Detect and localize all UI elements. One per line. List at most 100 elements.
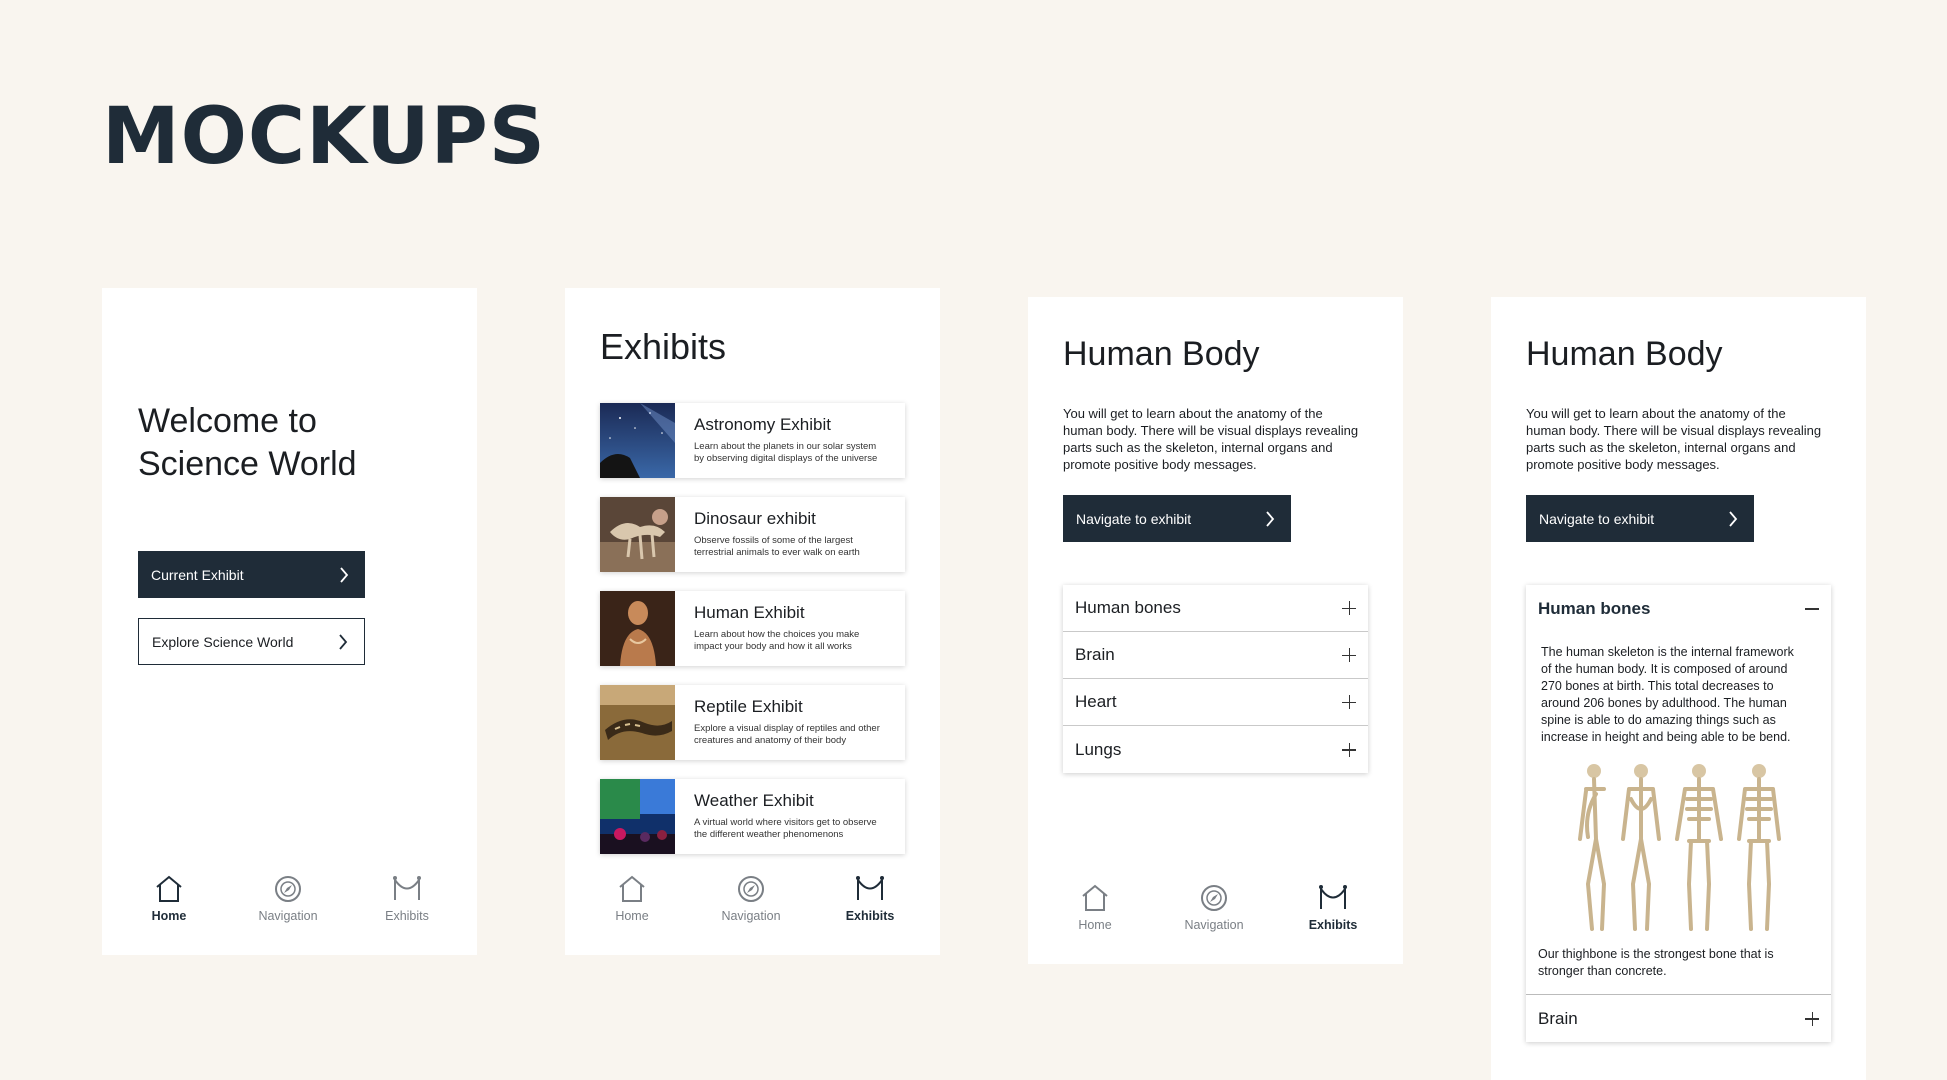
accordion-item-human-bones[interactable]: Human bones [1063, 585, 1368, 632]
nav-home[interactable]: Home [1050, 882, 1140, 932]
body-line: 270 bones at birth. This total decreases… [1541, 679, 1774, 693]
accordion-item-human-bones-open[interactable]: Human bones [1526, 585, 1831, 632]
nav-navigation[interactable]: Navigation [1169, 882, 1259, 932]
weather-thumbnail [600, 779, 675, 854]
accordion-label: Lungs [1075, 739, 1122, 759]
nav-navigation-label: Navigation [258, 909, 318, 923]
desc-line: You will get to learn about the anatomy … [1063, 406, 1323, 421]
card-desc-line-2: creatures and anatomy of their body [694, 735, 847, 746]
explore-label: Explore Science World [152, 633, 294, 650]
exhibits-icon [856, 876, 884, 900]
nav-home-label: Home [1078, 918, 1112, 932]
exhibit-card-human[interactable]: Human Exhibit Learn about how the choice… [600, 591, 905, 666]
card-title: Astronomy Exhibit [694, 415, 831, 434]
accordion-item-brain[interactable]: Brain [1063, 632, 1368, 679]
human-bones-detail-mockup: Human Body You will get to learn about t… [1491, 297, 1866, 1080]
nav-navigation[interactable]: Navigation [706, 873, 796, 923]
desc-line: promote positive body messages. [1063, 457, 1257, 472]
card-title: Reptile Exhibit [694, 697, 803, 716]
plus-icon [1805, 1011, 1819, 1026]
nav-exhibits-label: Exhibits [385, 909, 429, 923]
desc-line: parts such as the skeleton, internal org… [1526, 440, 1796, 455]
bottom-nav: Home Navigation Exhibits [565, 873, 940, 935]
human-body-description: You will get to learn about the anatomy … [1526, 405, 1836, 473]
nav-home-label: Home [615, 909, 649, 923]
chevron-right-icon [337, 566, 351, 584]
exhibits-icon [1319, 885, 1347, 909]
nav-navigation-label: Navigation [1184, 918, 1244, 932]
human-body-description: You will get to learn about the anatomy … [1063, 405, 1373, 473]
body-line: The human skeleton is the internal frame… [1541, 645, 1794, 659]
page-title: MOCKUPS [102, 92, 546, 182]
accordion-item-lungs[interactable]: Lungs [1063, 726, 1368, 773]
exhibit-card-astronomy[interactable]: Astronomy Exhibit Learn about the planet… [600, 403, 905, 478]
plus-icon [1342, 695, 1356, 709]
card-desc-line-2: impact your body and how it all works [694, 641, 852, 652]
body-line: spine is able to do amazing things such … [1541, 713, 1776, 727]
home-icon [156, 875, 182, 902]
navigate-label: Navigate to exhibit [1076, 510, 1192, 527]
card-desc-line-2: terrestrial animals to ever walk on eart… [694, 547, 860, 558]
exhibits-icon [393, 876, 421, 900]
nav-exhibits-label: Exhibits [845, 909, 895, 923]
welcome-heading: Welcome to Science World [138, 400, 438, 486]
reptile-thumbnail [600, 685, 675, 760]
nav-navigation-label: Navigation [721, 909, 781, 923]
card-desc-line-1: Explore a visual display of reptiles and… [694, 723, 880, 734]
card-title: Weather Exhibit [694, 791, 814, 810]
note-line: Our thighbone is the strongest bone that… [1538, 947, 1774, 961]
thighbone-note: Our thighbone is the strongest bone that… [1526, 946, 1831, 994]
card-desc-line-1: A virtual world where visitors get to ob… [694, 817, 877, 828]
exhibits-screen-mockup: Exhibits Astronomy Exhibit Learn about t… [565, 288, 940, 955]
accordion-label: Human bones [1075, 598, 1181, 617]
exhibit-card-dinosaur[interactable]: Dinosaur exhibit Observe fossils of some… [600, 497, 905, 572]
navigate-to-exhibit-button[interactable]: Navigate to exhibit [1526, 495, 1754, 542]
navigate-label: Navigate to exhibit [1539, 510, 1655, 527]
skeleton-illustration [1526, 746, 1831, 946]
nav-home-label: Home [151, 909, 187, 923]
accordion-item-brain[interactable]: Brain [1526, 995, 1831, 1042]
desc-line: promote positive body messages. [1526, 457, 1720, 472]
dinosaur-thumbnail [600, 497, 675, 572]
expanded-accordion: Human bones The human skeleton is the in… [1526, 585, 1831, 1042]
exhibit-card-weather[interactable]: Weather Exhibit A virtual world where vi… [600, 779, 905, 854]
nav-home[interactable]: Home [124, 873, 214, 923]
plus-icon [1342, 742, 1356, 757]
exhibit-list: Astronomy Exhibit Learn about the planet… [600, 403, 905, 873]
welcome-line-1: Welcome to [138, 402, 317, 440]
card-desc-line-1: Learn about how the choices you make [694, 629, 860, 640]
current-exhibit-button[interactable]: Current Exhibit [138, 551, 365, 598]
nav-exhibits[interactable]: Exhibits [1288, 882, 1378, 932]
card-desc-line-2: by observing digital displays of the uni… [694, 453, 878, 464]
note-line: stronger than concrete. [1538, 964, 1667, 978]
exhibit-card-reptile[interactable]: Reptile Exhibit Explore a visual display… [600, 685, 905, 760]
nav-home[interactable]: Home [587, 873, 677, 923]
skeleton-image [1577, 763, 1781, 931]
body-parts-accordion: Human bones Brain Heart Lungs [1063, 585, 1368, 773]
desc-line: parts such as the skeleton, internal org… [1063, 440, 1333, 455]
accordion-item-heart[interactable]: Heart [1063, 679, 1368, 726]
chevron-right-icon [336, 633, 350, 651]
card-title: Dinosaur exhibit [694, 509, 816, 528]
accordion-label: Brain [1075, 645, 1115, 664]
card-desc-line-1: Learn about the planets in our solar sys… [694, 441, 877, 452]
home-icon [619, 875, 645, 902]
body-line: increase in height and being able to be … [1541, 730, 1791, 744]
compass-icon [738, 876, 764, 902]
nav-exhibits[interactable]: Exhibits [825, 873, 915, 923]
body-line: around 206 bones by adulthood. The human [1541, 696, 1787, 710]
card-desc-line-1: Observe fossils of some of the largest [694, 535, 853, 546]
nav-exhibits-label: Exhibits [1308, 918, 1358, 932]
human-body-title: Human Body [1526, 335, 1723, 373]
plus-icon [1342, 648, 1356, 662]
compass-icon [1201, 885, 1227, 911]
navigate-to-exhibit-button[interactable]: Navigate to exhibit [1063, 495, 1291, 542]
nav-navigation[interactable]: Navigation [243, 873, 333, 923]
nav-exhibits[interactable]: Exhibits [362, 873, 452, 923]
home-screen-mockup: Welcome to Science World Current Exhibit… [102, 288, 477, 955]
accordion-label: Heart [1075, 692, 1117, 711]
body-line: of the human body. It is composed of aro… [1541, 662, 1788, 676]
human-body-title: Human Body [1063, 335, 1260, 373]
minus-icon [1805, 602, 1819, 616]
explore-science-world-button[interactable]: Explore Science World [138, 618, 365, 665]
